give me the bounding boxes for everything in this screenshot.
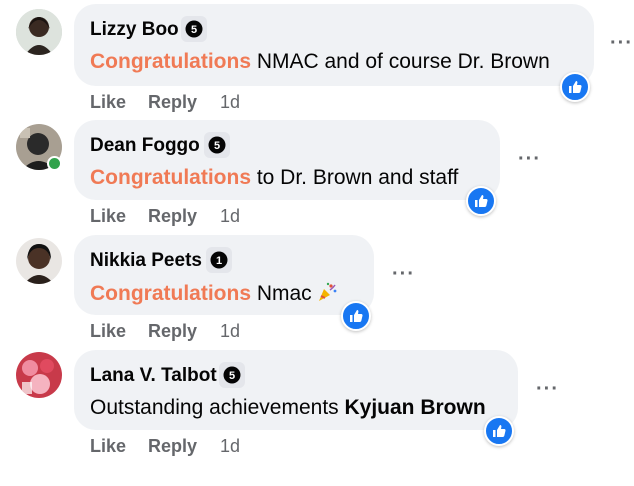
comment-text: Congratulations to Dr. Brown and staff [90, 166, 458, 190]
avatar[interactable] [16, 238, 62, 284]
avatar[interactable] [16, 9, 62, 55]
top-fan-badge[interactable]: 5 [204, 132, 230, 158]
comment-body: to Dr. Brown and staff [251, 166, 459, 189]
comment-bubble: Nikkia Peets 1 Congratulations Nmac [74, 235, 374, 315]
highlighted-word: Congratulations [90, 282, 251, 305]
avatar-image [16, 238, 62, 284]
comment-bubble: Lizzy Boo 5 Congratulations NMAC and of … [74, 4, 594, 86]
timestamp[interactable]: 1d [220, 206, 240, 227]
like-reaction[interactable] [560, 72, 590, 102]
avatar-image [16, 9, 62, 55]
more-options-icon[interactable]: ··· [518, 148, 541, 171]
author-name[interactable]: Lana V. Talbot [90, 365, 217, 387]
author-name[interactable]: Lizzy Boo [90, 19, 179, 41]
more-options-icon[interactable]: ··· [610, 32, 633, 55]
svg-text:5: 5 [229, 370, 235, 382]
highlighted-word: Congratulations [90, 166, 251, 189]
svg-text:5: 5 [214, 140, 220, 152]
avatar[interactable] [16, 352, 62, 398]
badge-icon: 5 [223, 366, 241, 384]
badge-icon: 5 [208, 136, 226, 154]
top-fan-badge[interactable]: 5 [219, 362, 245, 388]
comment-bubble: Dean Foggo 5 Congratulations to Dr. Brow… [74, 120, 500, 200]
comment-body: Nmac [251, 282, 312, 305]
comment-bubble: Lana V. Talbot 5 Outstanding achievement… [74, 350, 518, 430]
online-status-indicator [47, 156, 62, 171]
comment-text: Outstanding achievements Kyjuan Brown [90, 396, 486, 420]
more-options-icon[interactable]: ··· [392, 263, 415, 286]
thumbs-up-icon [475, 195, 488, 207]
timestamp[interactable]: 1d [220, 436, 240, 457]
timestamp[interactable]: 1d [220, 321, 240, 342]
svg-text:1: 1 [216, 255, 222, 267]
thumbs-up-icon [350, 310, 363, 322]
comment-lizzy-boo: Lizzy Boo 5 Congratulations NMAC and of … [0, 0, 634, 115]
badge-icon: 5 [185, 20, 203, 38]
reply-button[interactable]: Reply [148, 206, 197, 227]
like-reaction[interactable] [484, 416, 514, 446]
like-button[interactable]: Like [90, 206, 126, 227]
mention-link[interactable]: Kyjuan Brown [344, 396, 485, 419]
author-name[interactable]: Nikkia Peets [90, 250, 202, 272]
comment-text: Congratulations Nmac [90, 281, 338, 306]
comment-body: Outstanding achievements [90, 396, 345, 419]
comment-body: NMAC and of course Dr. Brown [251, 50, 550, 73]
avatar-image [16, 352, 62, 398]
reply-button[interactable]: Reply [148, 92, 197, 113]
comment-text: Congratulations NMAC and of course Dr. B… [90, 50, 550, 74]
like-reaction[interactable] [341, 301, 371, 331]
like-reaction[interactable] [466, 186, 496, 216]
like-button[interactable]: Like [90, 321, 126, 342]
timestamp[interactable]: 1d [220, 92, 240, 113]
like-button[interactable]: Like [90, 436, 126, 457]
badge-icon: 1 [210, 251, 228, 269]
svg-text:5: 5 [191, 24, 197, 36]
reply-button[interactable]: Reply [148, 321, 197, 342]
like-button[interactable]: Like [90, 92, 126, 113]
reply-button[interactable]: Reply [148, 436, 197, 457]
top-fan-badge[interactable]: 5 [181, 16, 207, 42]
comment-lana-v-talbot: Lana V. Talbot 5 Outstanding achievement… [0, 348, 634, 478]
thumbs-up-icon [569, 81, 582, 93]
comment-nikkia-peets: Nikkia Peets 1 Congratulations Nmac ··· … [0, 233, 634, 348]
top-fan-badge[interactable]: 1 [206, 247, 232, 273]
more-options-icon[interactable]: ··· [536, 378, 559, 401]
party-popper-icon [318, 282, 337, 301]
comment-dean-foggo: Dean Foggo 5 Congratulations to Dr. Brow… [0, 118, 634, 233]
highlighted-word: Congratulations [90, 50, 251, 73]
thumbs-up-icon [493, 425, 506, 437]
author-name[interactable]: Dean Foggo [90, 135, 200, 157]
